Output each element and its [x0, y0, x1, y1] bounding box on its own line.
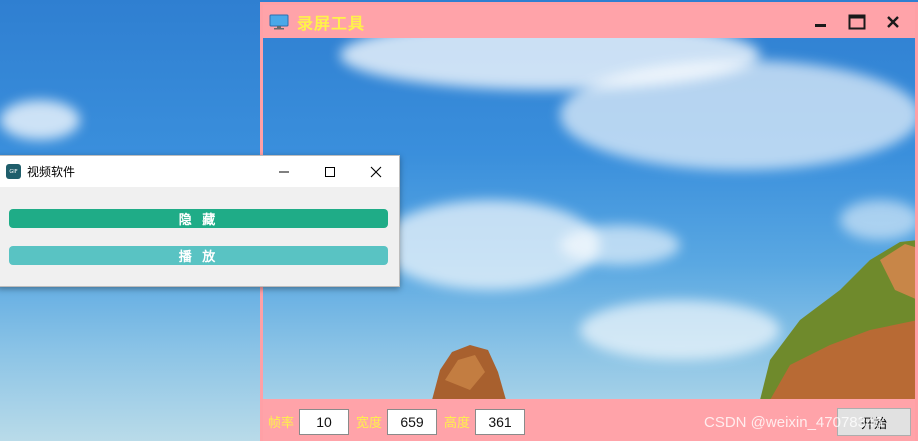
- video-minimize-button[interactable]: [261, 156, 307, 187]
- minimize-icon: [279, 171, 289, 172]
- fps-input[interactable]: [299, 408, 350, 435]
- fps-label: 帧率: [268, 416, 295, 431]
- play-button[interactable]: 播 放: [9, 246, 388, 265]
- recorder-titlebar[interactable]: 录屏工具: [263, 5, 915, 38]
- monitor-icon: [269, 14, 289, 29]
- video-app-window: GIF 视频软件 隐 藏 播 放: [0, 155, 400, 287]
- maximize-icon: [325, 166, 335, 177]
- video-close-button[interactable]: [353, 156, 399, 187]
- video-app-title: 视频软件: [27, 165, 76, 179]
- hide-button[interactable]: 隐 藏: [9, 209, 388, 228]
- recorder-title: 录屏工具: [297, 13, 366, 33]
- minimize-icon: [815, 23, 826, 27]
- gif-app-icon-text: GIF: [9, 168, 18, 175]
- close-icon: [887, 15, 899, 28]
- height-label: 高度: [444, 416, 471, 431]
- gif-app-icon: GIF: [6, 164, 21, 179]
- recorder-minimize-button[interactable]: [803, 5, 839, 38]
- height-input[interactable]: [475, 408, 526, 435]
- width-input[interactable]: [387, 408, 438, 435]
- video-maximize-button[interactable]: [307, 156, 353, 187]
- close-icon: [370, 166, 382, 177]
- recorder-maximize-button[interactable]: [839, 5, 875, 38]
- maximize-icon: [848, 14, 866, 29]
- video-app-titlebar[interactable]: GIF 视频软件: [0, 156, 399, 187]
- watermark: CSDN @weixin_47078346: [704, 414, 883, 431]
- recorder-close-button[interactable]: [875, 5, 911, 38]
- width-label: 宽度: [356, 416, 383, 431]
